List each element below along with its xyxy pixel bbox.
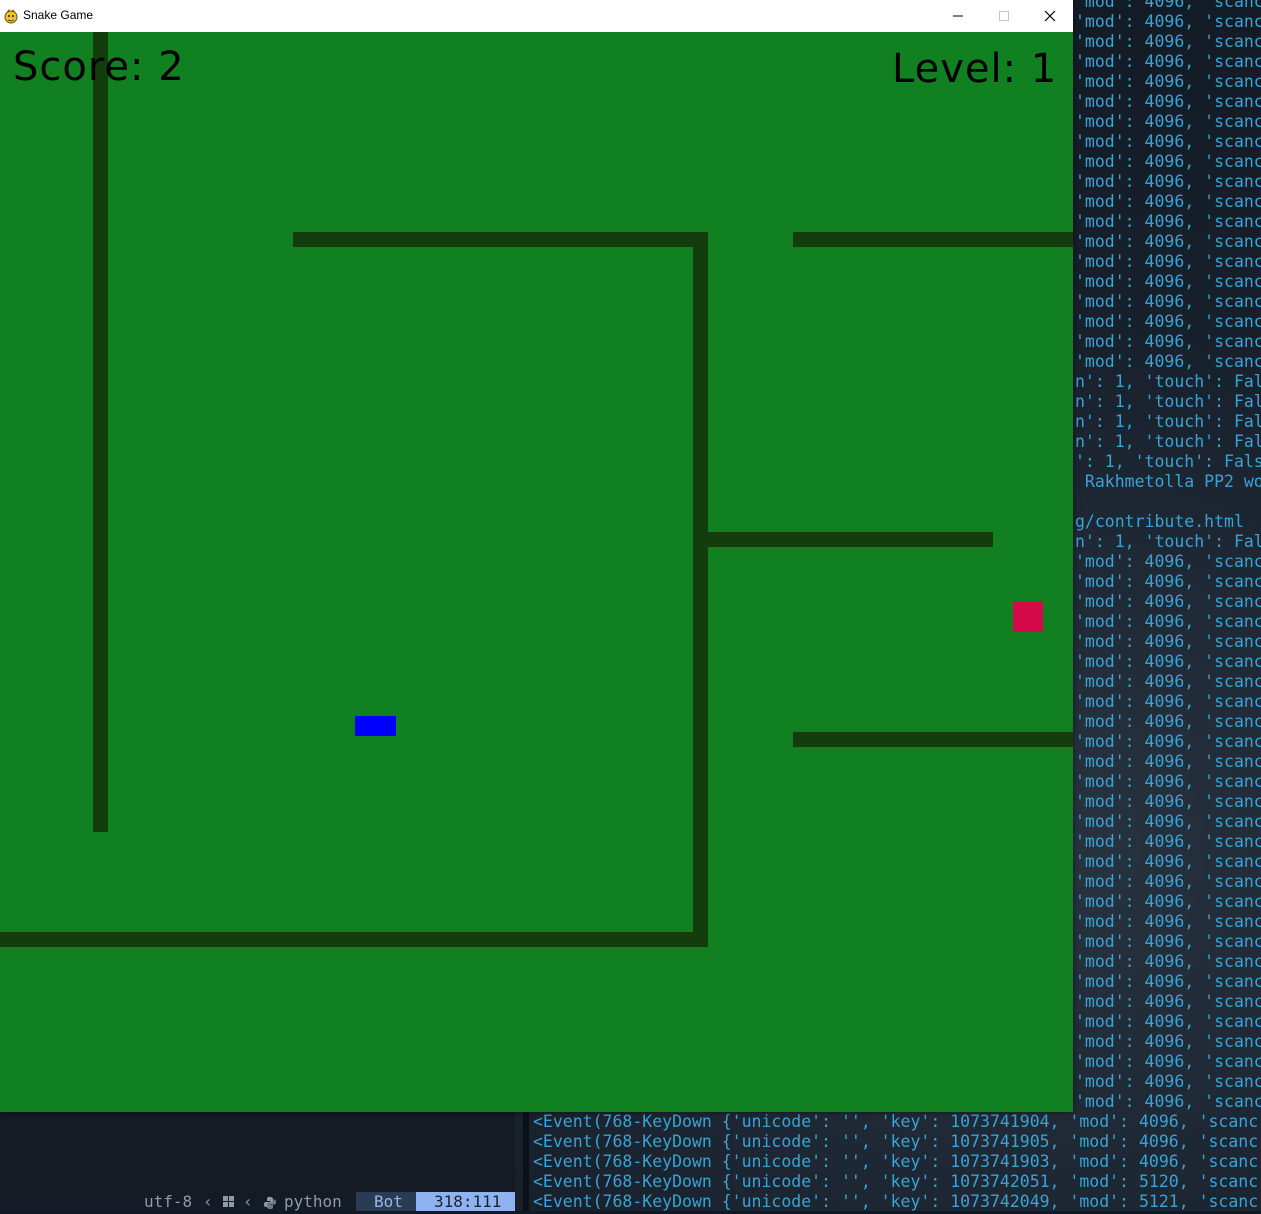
window-title: Snake Game [23, 8, 94, 22]
terminal-line: 'mod': 4096, 'scanc [1075, 932, 1261, 951]
terminal-line: 'mod': 4096, 'scanc [1075, 12, 1261, 31]
terminal-line: 'mod': 4096, 'scanc [1075, 92, 1261, 111]
terminal-line: 'mod': 4096, 'scanc [1075, 832, 1261, 851]
score-display: Score: 2 [13, 44, 185, 90]
terminal-line: n': 1, 'touch': Fal [1075, 372, 1261, 391]
statusbar-encoding: utf-8 [144, 1192, 193, 1211]
python-icon [263, 1195, 277, 1209]
terminal-line: 'mod': 4096, 'scanc [1075, 732, 1261, 751]
terminal-line: 'mod': 4096, 'scanc [1075, 232, 1261, 251]
terminal-line: n': 1, 'touch': Fal [1075, 432, 1261, 451]
terminal-line: 'mod': 4096, 'scanc [1075, 632, 1261, 651]
wall [708, 532, 993, 547]
terminal-line: 'mod': 4096, 'scanc [1075, 652, 1261, 671]
terminal-line: 'mod': 4096, 'scanc [1075, 352, 1261, 371]
terminal-line: 'mod': 4096, 'scanc [1075, 332, 1261, 351]
terminal-line: 'mod': 4096, 'scanc [1075, 212, 1261, 231]
terminal-line: 'mod': 4096, 'scanc [1075, 852, 1261, 871]
terminal-line: n': 1, 'touch': Fal [1075, 392, 1261, 411]
terminal-line: <Event(768-KeyDown {'unicode': '', 'key'… [533, 1152, 1259, 1171]
terminal-line: 'mod': 4096, 'scanc [1075, 872, 1261, 891]
statusbar-separator-icon: ‹ [243, 1192, 253, 1211]
terminal-line: 'mod': 4096, 'scanc [1075, 552, 1261, 571]
terminal-line: 'mod': 4096, 'scanc [1075, 1052, 1261, 1071]
terminal-line: 'mod': 4096, 'scanc [1075, 792, 1261, 811]
wall [0, 932, 708, 947]
terminal-line: n': 1, 'touch': Fal [1075, 412, 1261, 431]
terminal-line: 'mod': 4096, 'scanc [1075, 812, 1261, 831]
terminal-line: 'mod': 4096, 'scanc [1075, 52, 1261, 71]
terminal-line: ': 1, 'touch': Fals [1075, 452, 1261, 471]
terminal-line: 'mod': 4096, 'scanc [1075, 32, 1261, 51]
title-bar[interactable]: Snake Game [0, 0, 1073, 32]
game-window[interactable]: Snake Game Score: 2 Level: 1 [0, 0, 1073, 1112]
close-button[interactable] [1027, 0, 1073, 32]
statusbar-separator-icon: ‹ [203, 1192, 213, 1211]
wall [793, 732, 1073, 747]
statusbar-language: python [284, 1192, 342, 1211]
terminal-line: 'mod': 4096, 'scanc [1075, 1032, 1261, 1051]
pygame-snake-icon [3, 8, 19, 24]
close-icon [1044, 10, 1056, 22]
minimize-icon [953, 15, 963, 17]
terminal-output-right: 'mod': 4096, 'scanc'mod': 4096, 'scanc'm… [1075, 0, 1261, 1112]
terminal-line: 'mod': 4096, 'scanc [1075, 152, 1261, 171]
terminal-line: 'mod': 4096, 'scanc [1075, 1072, 1261, 1091]
terminal-line: 'mod': 4096, 'scanc [1075, 592, 1261, 611]
terminal-line: 'mod': 4096, 'scanc [1075, 292, 1261, 311]
terminal-line: 'mod': 4096, 'scanc [1075, 712, 1261, 731]
game-canvas[interactable]: Score: 2 Level: 1 [0, 32, 1073, 1112]
terminal-line: 'mod': 4096, 'scanc [1075, 72, 1261, 91]
terminal-output-bottom: <Event(768-KeyDown {'unicode': '', 'key'… [533, 1112, 1261, 1212]
terminal-line: 'mod': 4096, 'scanc [1075, 752, 1261, 771]
snake [355, 716, 396, 736]
level-display: Level: 1 [892, 46, 1058, 92]
terminal-line: <Event(768-KeyDown {'unicode': '', 'key'… [533, 1132, 1259, 1151]
wall [293, 232, 708, 247]
terminal-line: 'mod': 4096, 'scanc [1075, 192, 1261, 211]
terminal-line: 'mod': 4096, 'scanc [1075, 952, 1261, 971]
statusbar-cursor-position: 318:111 [416, 1192, 515, 1211]
terminal-line: 'mod': 4096, 'scanc [1075, 312, 1261, 331]
terminal-line: 'mod': 4096, 'scanc [1075, 992, 1261, 1011]
terminal-line: 'mod': 4096, 'scanc [1075, 272, 1261, 291]
maximize-button[interactable] [981, 0, 1027, 32]
pane-divider[interactable] [523, 1112, 529, 1211]
wall [793, 232, 1073, 247]
food [1013, 602, 1043, 632]
terminal-line: 'mod': 4096, 'scanc [1075, 0, 1261, 11]
statusbar-mode: Bot [356, 1192, 416, 1211]
terminal-line: <Event(768-KeyDown {'unicode': '', 'key'… [533, 1112, 1259, 1131]
terminal-line: 'mod': 4096, 'scanc [1075, 612, 1261, 631]
terminal-line: <Event(768-KeyDown {'unicode': '', 'key'… [533, 1192, 1259, 1211]
windows-icon [223, 1196, 235, 1208]
minimize-button[interactable] [935, 0, 981, 32]
terminal-line: 'mod': 4096, 'scanc [1075, 252, 1261, 271]
maximize-icon [999, 11, 1009, 21]
terminal-line: 'mod': 4096, 'scanc [1075, 172, 1261, 191]
terminal-line: Rakhmetolla PP2 wo [1075, 472, 1261, 491]
terminal-line: 'mod': 4096, 'scanc [1075, 572, 1261, 591]
terminal-line: 'mod': 4096, 'scanc [1075, 1012, 1261, 1031]
terminal-line: <Event(768-KeyDown {'unicode': '', 'key'… [533, 1172, 1259, 1191]
terminal-line: 'mod': 4096, 'scanc [1075, 692, 1261, 711]
terminal-line: 'mod': 4096, 'scanc [1075, 912, 1261, 931]
wall [93, 32, 108, 832]
terminal-line: g/contribute.html [1075, 512, 1244, 531]
terminal-line: 'mod': 4096, 'scanc [1075, 112, 1261, 131]
terminal-line: 'mod': 4096, 'scanc [1075, 672, 1261, 691]
editor-statusbar: utf-8 ‹ ‹ python Bot 318:111 [0, 1192, 515, 1211]
terminal-line: n': 1, 'touch': Fal [1075, 532, 1261, 551]
terminal-line: 'mod': 4096, 'scanc [1075, 132, 1261, 151]
terminal-line: 'mod': 4096, 'scanc [1075, 972, 1261, 991]
terminal-line: 'mod': 4096, 'scanc [1075, 1092, 1261, 1111]
wall [693, 232, 708, 947]
terminal-line: 'mod': 4096, 'scanc [1075, 892, 1261, 911]
terminal-line: 'mod': 4096, 'scanc [1075, 772, 1261, 791]
